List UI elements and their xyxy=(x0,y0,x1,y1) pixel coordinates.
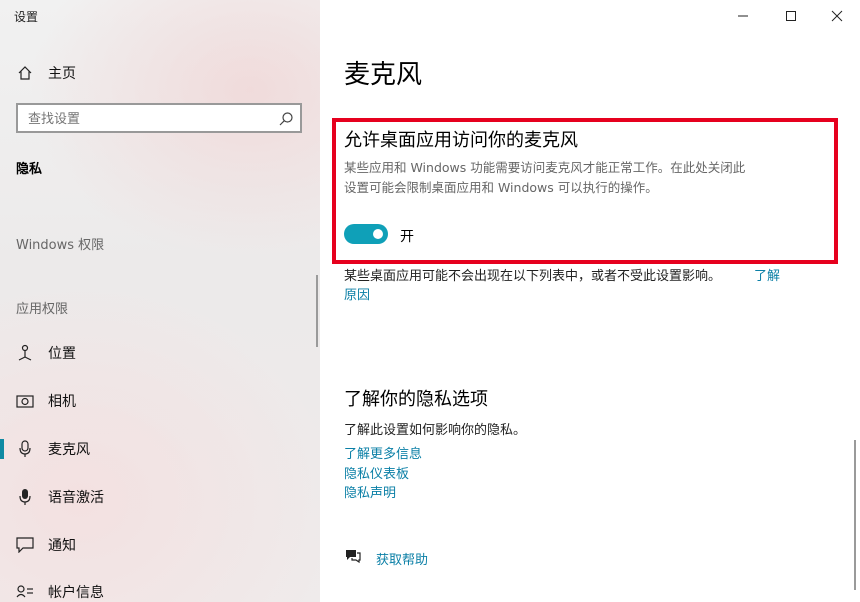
sidebar-scrollbar[interactable] xyxy=(316,275,318,347)
desktop-apps-toggle[interactable] xyxy=(344,224,388,244)
sidebar-item-label: 麦克风 xyxy=(48,442,90,458)
sidebar-item-label: 相机 xyxy=(48,394,76,410)
voice-activation-icon xyxy=(16,488,34,506)
microphone-icon xyxy=(16,440,34,458)
account-info-icon xyxy=(16,583,34,601)
camera-icon xyxy=(16,392,34,410)
app-title: 设置 xyxy=(14,10,39,24)
help-icon xyxy=(344,548,362,568)
sidebar-item-voice-activation[interactable]: 语音激活 xyxy=(0,477,320,517)
note-text: 某些桌面应用可能不会出现在以下列表中，或者不受此设置影响。 xyxy=(344,269,722,284)
sidebar-item-label: 主页 xyxy=(48,66,76,82)
main-scrollbar[interactable] xyxy=(854,440,856,590)
sidebar-item-account-info[interactable]: 帐户信息 xyxy=(0,572,320,602)
active-indicator xyxy=(0,439,4,459)
sidebar-item-home[interactable]: 主页 xyxy=(0,53,320,93)
privacy-dashboard-link[interactable]: 隐私仪表板 xyxy=(344,463,409,482)
learn-why-link-part2[interactable]: 原因 xyxy=(344,284,370,303)
minimize-button[interactable] xyxy=(720,4,766,28)
main-content: 麦克风 允许桌面应用访问你的麦克风 某些应用和 Windows 功能需要访问麦克… xyxy=(316,0,860,602)
maximize-button[interactable] xyxy=(768,4,814,28)
page-title: 麦克风 xyxy=(344,60,423,90)
settings-window: 设置 主页 隐私 Windows 权限 应用权限 位置 相机 xyxy=(0,0,860,602)
home-icon xyxy=(16,64,34,82)
section-windows-permissions: Windows 权限 xyxy=(16,238,105,253)
learn-more-link[interactable]: 了解更多信息 xyxy=(344,443,422,462)
search-icon[interactable] xyxy=(278,111,294,127)
sidebar-item-location[interactable]: 位置 xyxy=(0,333,320,373)
sidebar-item-camera[interactable]: 相机 xyxy=(0,381,320,421)
sidebar-item-label: 通知 xyxy=(48,538,76,554)
notification-icon xyxy=(16,536,34,554)
close-button[interactable] xyxy=(814,4,860,28)
desktop-apps-heading: 允许桌面应用访问你的麦克风 xyxy=(344,130,578,151)
location-icon xyxy=(16,344,34,362)
sidebar-item-microphone[interactable]: 麦克风 xyxy=(0,429,320,469)
sidebar-item-label: 帐户信息 xyxy=(48,585,104,601)
privacy-statement-link[interactable]: 隐私声明 xyxy=(344,482,396,501)
search-box[interactable] xyxy=(16,103,302,133)
desktop-apps-desc-line1: 某些应用和 Windows 功能需要访问麦克风才能正常工作。在此处关闭此 xyxy=(344,160,746,175)
sidebar-item-label: 语音激活 xyxy=(48,490,104,506)
get-help-link[interactable]: 获取帮助 xyxy=(376,549,428,568)
section-privacy: 隐私 xyxy=(16,162,43,177)
search-input[interactable] xyxy=(26,108,270,130)
sidebar: 设置 主页 隐私 Windows 权限 应用权限 位置 相机 xyxy=(0,0,320,602)
sidebar-item-label: 位置 xyxy=(48,346,76,362)
learn-why-link-part1[interactable]: 了解 xyxy=(754,265,780,284)
toggle-knob xyxy=(373,229,383,239)
toggle-state-label: 开 xyxy=(400,229,414,245)
privacy-options-heading: 了解你的隐私选项 xyxy=(344,389,488,410)
privacy-options-desc: 了解此设置如何影响你的隐私。 xyxy=(344,423,527,438)
desktop-apps-desc-line2: 设置可能会限制桌面应用和 Windows 可以执行的操作。 xyxy=(344,180,658,195)
section-app-permissions: 应用权限 xyxy=(16,302,69,317)
sidebar-item-notifications[interactable]: 通知 xyxy=(0,525,320,565)
